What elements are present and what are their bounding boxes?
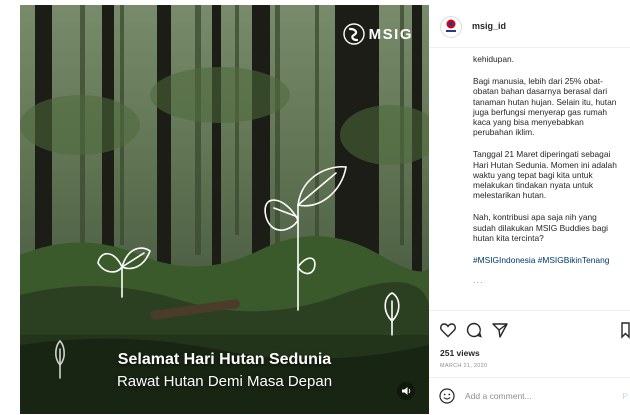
msig-logo: MSIG bbox=[342, 23, 413, 45]
avatar[interactable] bbox=[440, 16, 462, 38]
emoji-icon[interactable] bbox=[439, 388, 455, 404]
comment-bar: Add a comment... P bbox=[429, 377, 630, 415]
media-title: Selamat Hari Hutan Sedunia bbox=[117, 351, 332, 368]
hashtags[interactable]: #MSIGIndonesia #MSIGBikinTenang bbox=[473, 255, 630, 265]
more-dots[interactable]: ... bbox=[473, 276, 630, 285]
share-icon[interactable] bbox=[491, 321, 509, 339]
caption-paragraph: Nah, kontribusi apa saja nih yang sudah … bbox=[473, 212, 609, 243]
msig-logo-text: MSIG bbox=[368, 25, 413, 43]
msig-avatar-icon bbox=[446, 19, 456, 32]
post-comment-button[interactable]: P bbox=[622, 391, 628, 401]
post-header: msig_id bbox=[429, 5, 630, 48]
comment-input[interactable]: Add a comment... bbox=[465, 391, 532, 401]
heart-icon[interactable] bbox=[439, 321, 457, 339]
media-caption: Selamat Hari Hutan Sedunia Rawat Hutan D… bbox=[20, 351, 429, 390]
speaker-icon[interactable] bbox=[397, 382, 415, 400]
caption-paragraph: kehidupan. bbox=[473, 54, 514, 64]
comment-icon[interactable] bbox=[465, 321, 483, 339]
post-media[interactable]: MSIG Selamat Hari Hutan Sedunia Rawat Hu… bbox=[20, 5, 429, 414]
media-subtitle: Rawat Hutan Demi Masa Depan bbox=[116, 373, 333, 390]
msig-logo-icon bbox=[342, 23, 365, 45]
post-caption: kehidupan. Bagi manusia, lebih dari 25% … bbox=[429, 48, 630, 310]
caption-paragraph: Bagi manusia, lebih dari 25% obat- obata… bbox=[473, 76, 617, 138]
username[interactable]: msig_id bbox=[472, 21, 506, 31]
post-actions: 251 views MARCH 21, 2020 bbox=[429, 310, 630, 371]
caption-paragraph: Tanggal 21 Maret diperingati sebagai Har… bbox=[473, 149, 617, 201]
post-panel: msig_id kehidupan. Bagi manusia, lebih d… bbox=[429, 5, 630, 414]
post-date: MARCH 21, 2020 bbox=[440, 363, 488, 369]
bookmark-icon[interactable] bbox=[621, 321, 630, 339]
views-count[interactable]: 251 views bbox=[440, 348, 480, 358]
